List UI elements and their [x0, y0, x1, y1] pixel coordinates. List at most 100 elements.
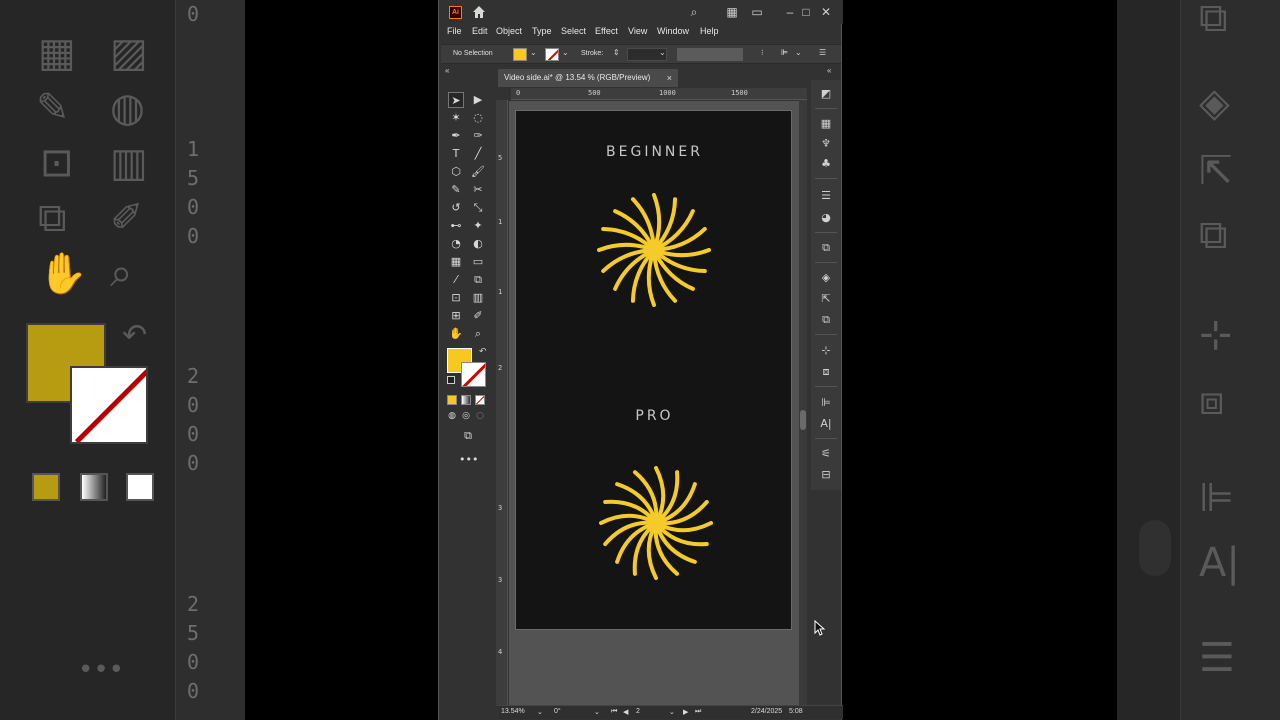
zoom-tool-icon[interactable]: ⌕ [470, 326, 486, 342]
draw-inside-icon[interactable]: ○ [474, 410, 486, 422]
home-icon[interactable] [471, 4, 487, 20]
width-tool-icon[interactable]: ⊷ [448, 218, 464, 234]
menu-type[interactable]: Type [532, 26, 552, 36]
transform-panel-icon[interactable]: ⊹ [818, 343, 834, 359]
stroke-stepper-icon[interactable]: ⇕ [613, 48, 620, 57]
variable-width-profile[interactable] [677, 48, 743, 61]
arrange-documents-icon[interactable]: ▭ [750, 5, 764, 19]
stroke-weight-dropdown-icon[interactable]: ⌄ [659, 48, 666, 57]
brushes-panel-icon[interactable]: ♆ [818, 136, 834, 152]
last-artboard-icon[interactable]: ⏭ [695, 708, 701, 716]
none-mode-button[interactable] [475, 395, 485, 405]
paintbrush-tool-icon[interactable]: 🖌 [470, 164, 486, 180]
shape-builder-tool-icon[interactable]: ◔ [448, 236, 464, 252]
align-to-icon[interactable]: ⊫ [781, 48, 788, 57]
layers-panel-icon[interactable]: ◈ [818, 270, 834, 286]
export-panel-icon[interactable]: ⇱ [818, 291, 834, 307]
puppet-warp-tool-icon[interactable]: ✦ [470, 218, 486, 234]
menu-edit[interactable]: Edit [472, 26, 488, 36]
tab-close-icon[interactable]: × [667, 69, 672, 87]
polygon-tool-icon[interactable]: ⬡ [448, 164, 464, 180]
appearance-panel-icon[interactable]: ◕ [818, 210, 834, 226]
magic-wand-tool-icon[interactable]: ✶ [448, 110, 464, 126]
menu-select[interactable]: Select [561, 26, 586, 36]
stroke-dropdown-icon[interactable]: ⌄ [562, 48, 569, 57]
gradient-mode-button[interactable] [461, 395, 471, 405]
menu-object[interactable]: Object [496, 26, 522, 36]
close-icon[interactable]: ✕ [819, 5, 833, 19]
fill-dropdown-icon[interactable]: ⌄ [530, 48, 537, 57]
draw-behind-icon[interactable]: ◎ [460, 410, 472, 422]
panels-collapse-icon[interactable]: « [827, 66, 831, 75]
control-bar-menu-icon[interactable]: ☰ [819, 48, 826, 57]
align-options-icon[interactable]: ⁝ [761, 48, 764, 57]
live-paint-bucket-icon[interactable]: ◐ [470, 236, 486, 252]
symbols-panel-icon[interactable]: ♣ [818, 156, 834, 172]
screen-mode-icon[interactable]: ⧉ [459, 428, 477, 444]
artboard[interactable]: BEGINNER PRO [515, 110, 792, 630]
beginner-sunburst[interactable] [597, 193, 711, 307]
vertical-scrollbar[interactable] [799, 100, 807, 706]
zoom-level[interactable]: 13.54% [501, 708, 525, 715]
links-panel-icon[interactable]: ⧉ [818, 312, 834, 328]
swap-fill-stroke-icon[interactable]: ↶ [479, 346, 487, 357]
workspace-icon[interactable]: ▦ [725, 5, 739, 19]
fill-color-chip[interactable] [513, 48, 527, 61]
align-panel-icon[interactable]: ⊫ [818, 395, 834, 411]
blend-tool-icon[interactable]: ⧉ [470, 272, 486, 288]
direct-selection-tool-icon[interactable]: ▶ [470, 92, 486, 108]
scale-tool-icon[interactable]: ⤡ [470, 200, 486, 216]
shaper-tool-icon[interactable]: ✎ [448, 182, 464, 198]
next-artboard-icon[interactable]: ▶ [683, 708, 688, 716]
scrollbar-thumb[interactable] [800, 410, 806, 430]
canvas-area[interactable]: BEGINNER PRO [509, 101, 826, 705]
symbol-sprayer-tool-icon[interactable]: ⊡ [448, 290, 464, 306]
vertical-ruler[interactable]: 5 1 1 2 3 3 4 [496, 100, 508, 706]
scissors-tool-icon[interactable]: ✂ [470, 182, 486, 198]
document-info-panel-icon[interactable]: ⊟ [818, 467, 834, 483]
rotation-value[interactable]: 0° [554, 708, 561, 715]
gradient-tool-icon[interactable]: ▭ [470, 254, 486, 270]
horizontal-ruler[interactable]: 0 500 1000 1500 [511, 88, 807, 100]
mesh-tool-icon[interactable]: ▦ [448, 254, 464, 270]
curvature-tool-icon[interactable]: ✑ [470, 128, 486, 144]
previous-artboard-icon[interactable]: ◀ [623, 708, 628, 716]
pathfinder-panel-icon[interactable]: ⧈ [818, 364, 834, 380]
swatches-panel-icon[interactable]: ▦ [818, 116, 834, 132]
maximize-icon[interactable]: □ [799, 5, 813, 19]
properties-panel-icon[interactable]: ◩ [818, 86, 834, 102]
menu-view[interactable]: View [628, 26, 647, 36]
draw-normal-icon[interactable]: ◍ [446, 410, 458, 422]
menu-effect[interactable]: Effect [595, 26, 618, 36]
character-panel-icon[interactable]: A| [818, 416, 834, 432]
line-segment-tool-icon[interactable]: ╱ [470, 146, 486, 162]
menu-help[interactable]: Help [700, 26, 719, 36]
eyedropper-tool-icon[interactable]: ⁄ [448, 272, 464, 288]
slice-tool-icon[interactable]: ✐ [470, 308, 486, 324]
artboard-dropdown-icon[interactable]: ⌄ [669, 708, 675, 716]
default-fill-stroke-icon[interactable] [447, 376, 455, 384]
lasso-tool-icon[interactable]: ◌ [470, 110, 486, 126]
artboard-number[interactable]: 2 [636, 708, 640, 715]
stroke-color-chip[interactable] [545, 48, 559, 61]
menu-window[interactable]: Window [657, 26, 689, 36]
asset-export-panel-icon[interactable]: ⧉ [818, 240, 834, 256]
pro-sunburst[interactable] [599, 466, 713, 580]
hand-tool-icon[interactable]: ✋ [448, 326, 464, 342]
rotation-dropdown-icon[interactable]: ⌄ [594, 708, 600, 716]
stroke-swatch[interactable] [461, 362, 486, 387]
align-dropdown-icon[interactable]: ⌄ [795, 48, 802, 57]
column-graph-tool-icon[interactable]: ▥ [470, 290, 486, 306]
stroke-panel-icon[interactable]: ☰ [818, 188, 834, 204]
document-tab[interactable]: Video side.ai* @ 13.54 % (RGB/Preview) × [498, 69, 678, 87]
rotate-tool-icon[interactable]: ↺ [448, 200, 464, 216]
menu-file[interactable]: File [447, 26, 462, 36]
artboard-tool-icon[interactable]: ⊞ [448, 308, 464, 324]
libraries-panel-icon[interactable]: ⚟ [818, 446, 834, 462]
pen-tool-icon[interactable]: ✒ [448, 128, 464, 144]
color-mode-button[interactable] [447, 395, 457, 405]
minimize-icon[interactable]: – [783, 5, 797, 19]
tools-collapse-icon[interactable]: « [445, 66, 449, 75]
first-artboard-icon[interactable]: ⏮ [611, 708, 617, 716]
selection-tool-icon[interactable]: ➤ [448, 92, 464, 108]
